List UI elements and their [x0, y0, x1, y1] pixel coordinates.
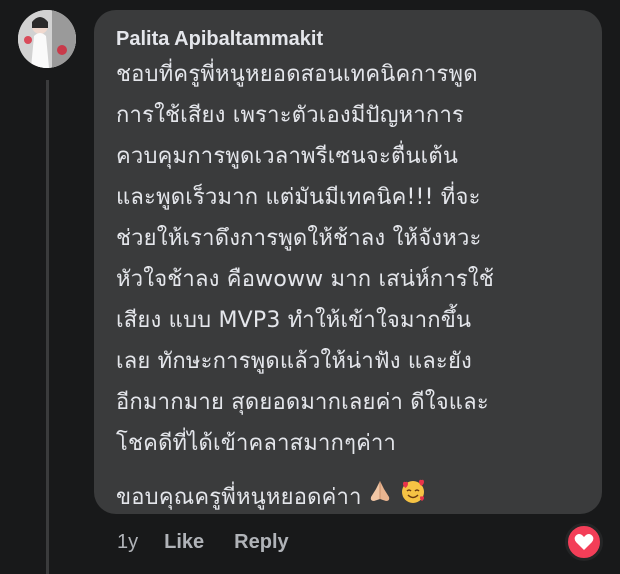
comment-text-line-8: เลย ทักษะการพูดแล้วให้น่าฟัง และยัง	[116, 349, 472, 374]
heart-icon	[574, 533, 594, 550]
thread-line	[46, 80, 49, 574]
comment-actions: 1y Like Reply	[117, 531, 289, 554]
comment-text-line-9: อีกมากมาย สุดยอดมากเลยค่า ดีใจและ	[116, 390, 489, 415]
comment-thread: Palita Apibaltammakit ชอบที่ครูพี่หนูหยอ…	[0, 0, 620, 574]
like-button[interactable]: Like	[164, 531, 204, 554]
author-name[interactable]: Palita Apibaltammakit	[116, 26, 584, 52]
comment-text-line-6: หัวใจช้าลง คือwoww มาก เสน่ห์การใช้	[116, 267, 494, 292]
comment-text-line-10: โชคดีที่ได้เข้าคลาสมากๆค่าา	[116, 431, 397, 456]
comment-text-line-5: ช่วยให้เราดึงการพูดให้ช้าลง ให้จังหวะ	[116, 226, 482, 251]
profile-photo-icon	[18, 10, 76, 68]
comment-text-line-3: ควบคุมการพูดเวลาพรีเซนจะตื่นเต้น	[116, 144, 459, 169]
reply-button[interactable]: Reply	[234, 531, 288, 554]
comment-text-line-1: ชอบที่ครูพี่หนูหยอดสอนเทคนิคการพูด	[116, 62, 478, 87]
folded-hands-icon	[366, 477, 394, 519]
comment-text-line-4: และพูดเร็วมาก แต่มันมีเทคนิค!!! ที่จะ	[116, 185, 481, 210]
timestamp[interactable]: 1y	[117, 531, 138, 554]
reaction-badge[interactable]	[565, 523, 603, 561]
comment-text-line-7: เสียง แบบ MVP3 ทำให้เข้าใจมากขึ้น	[116, 308, 472, 333]
comment-bubble: Palita Apibaltammakit ชอบที่ครูพี่หนูหยอ…	[94, 10, 602, 514]
comment-text-line-2: การใช้เสียง เพราะตัวเองมีปัญหาการ	[116, 103, 465, 128]
comment-text-last-line: ขอบคุณครูพี่หนูหยอดค่าา	[116, 476, 584, 520]
comment-text-thanks: ขอบคุณครูพี่หนูหยอดค่าา	[116, 485, 362, 510]
smiling-face-with-hearts-icon	[398, 476, 428, 520]
avatar[interactable]	[18, 10, 76, 68]
